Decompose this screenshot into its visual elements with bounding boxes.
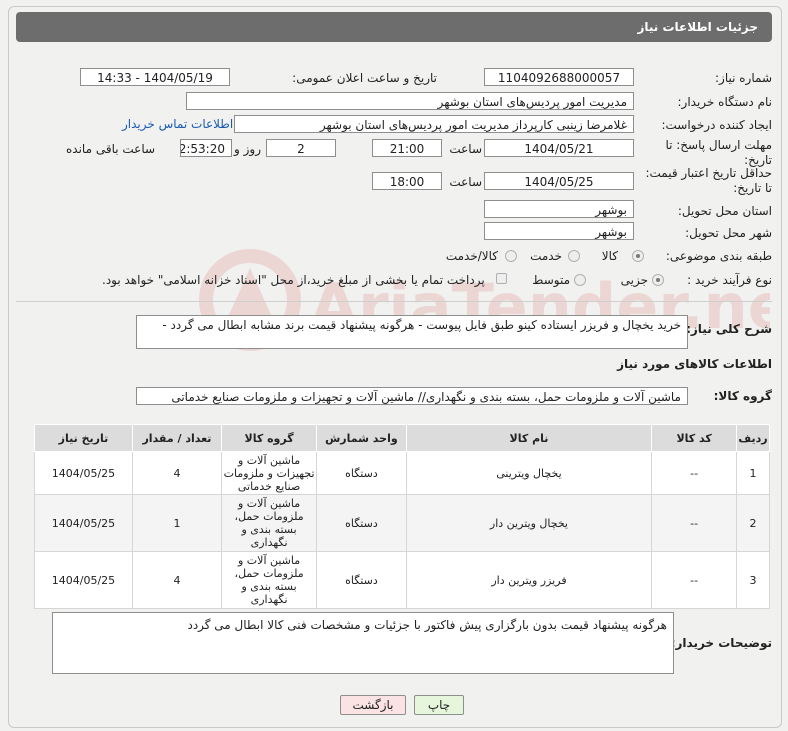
category-goods-radio[interactable] xyxy=(632,250,644,262)
col-date: تاریخ نیاز xyxy=(34,424,133,452)
reply-time-field: 21:00 xyxy=(372,139,442,157)
col-unit: واحد شمارش xyxy=(316,424,407,452)
creator-label: ایجاد کننده درخواست: xyxy=(661,118,772,132)
validity-time-label: ساعت xyxy=(449,175,482,189)
goods-section-title: اطلاعات کالاهای مورد نیاز xyxy=(617,357,772,371)
row-group: ماشین آلات و ملزومات حمل، بسته بندی و نگ… xyxy=(220,551,318,609)
table-header-row: ردیف کد کالا نام کالا واحد شمارش گروه کا… xyxy=(34,424,770,452)
need-number-field: 1104092688000057 xyxy=(484,68,634,86)
row-name: فریزر ویترین دار xyxy=(405,551,653,609)
row-code: -- xyxy=(651,494,738,552)
row-qty: 4 xyxy=(131,451,223,495)
row-group: ماشین آلات و ملزومات حمل، بسته بندی و نگ… xyxy=(220,494,318,552)
category-goods-label: کالا xyxy=(601,249,618,263)
row-idx: 3 xyxy=(736,551,770,609)
col-idx: ردیف xyxy=(736,424,770,452)
payment-note: پرداخت تمام یا بخشی از مبلغ خرید،از محل … xyxy=(102,273,485,287)
col-qty: تعداد / مقدار xyxy=(131,424,223,452)
row-qty: 4 xyxy=(131,551,223,609)
row-unit: دستگاه xyxy=(316,494,407,552)
row-date: 1404/05/25 xyxy=(34,551,133,609)
row-code: -- xyxy=(651,551,738,609)
goods-group-field: ماشین آلات و ملزومات حمل، بسته بندی و نگ… xyxy=(136,387,688,405)
category-service-label: خدمت xyxy=(530,249,562,263)
reply-deadline-label: مهلت ارسال پاسخ: تا تاریخ: xyxy=(665,138,772,167)
process-medium-label: متوسط xyxy=(532,273,570,287)
row-unit: دستگاه xyxy=(316,451,407,495)
row-idx: 1 xyxy=(736,451,770,495)
table-row[interactable]: 3 -- فریزر ویترین دار دستگاه ماشین آلات … xyxy=(34,551,770,609)
days-field: 2 xyxy=(266,139,336,157)
buyer-org-label: نام دستگاه خریدار: xyxy=(677,95,773,109)
creator-field: غلامرضا زینبی کارپرداز مدیریت امور پردیس… xyxy=(234,115,634,133)
row-unit: دستگاه xyxy=(316,551,407,609)
province-label: استان محل تحویل: xyxy=(677,204,772,218)
process-small-label: جزیی xyxy=(620,273,648,287)
category-label: طبقه بندی موضوعی: xyxy=(665,249,772,263)
announce-field: 1404/05/19 - 14:33 xyxy=(80,68,230,86)
row-group: ماشین آلات و تجهیزات و ملزومات صنایع خدم… xyxy=(220,451,318,495)
treasury-checkbox[interactable] xyxy=(496,273,507,284)
row-qty: 1 xyxy=(131,494,223,552)
process-label: نوع فرآیند خرید : xyxy=(687,273,772,287)
reply-date-field: 1404/05/21 xyxy=(484,139,634,157)
description-field: خرید یخچال و فریزر ایستاده کینو طبق فایل… xyxy=(136,315,688,349)
page-title: جزئیات اطلاعات نیاز xyxy=(16,12,772,42)
col-name: نام کالا xyxy=(405,424,653,452)
row-idx: 2 xyxy=(736,494,770,552)
remaining-time-field: 02:53:20 xyxy=(180,139,232,157)
process-small-radio[interactable] xyxy=(652,274,664,286)
buyer-org-field: مدیریت امور پردیس‌های استان بوشهر xyxy=(186,92,634,110)
print-button[interactable]: چاپ xyxy=(414,695,464,715)
province-field: بوشهر xyxy=(484,200,634,218)
divider xyxy=(16,301,772,302)
city-label: شهر محل تحویل: xyxy=(685,226,772,240)
city-field: بوشهر xyxy=(484,222,634,240)
goods-table: ردیف کد کالا نام کالا واحد شمارش گروه کا… xyxy=(34,424,770,609)
need-number-label: شماره نیاز: xyxy=(715,71,772,85)
validity-time-field: 18:00 xyxy=(372,172,442,190)
category-service-radio[interactable] xyxy=(568,250,580,262)
row-name: یخچال ویترینی xyxy=(405,451,653,495)
goods-group-label: گروه کالا: xyxy=(713,389,772,403)
days-label: روز و xyxy=(234,142,261,156)
category-both-label: کالا/خدمت xyxy=(445,249,498,263)
col-code: کد کالا xyxy=(651,424,738,452)
table-row[interactable]: 2 -- یخچال ویترین دار دستگاه ماشین آلات … xyxy=(34,494,770,552)
row-date: 1404/05/25 xyxy=(34,451,133,495)
process-medium-radio[interactable] xyxy=(574,274,586,286)
description-label: شرح کلی نیاز: xyxy=(686,322,772,336)
row-name: یخچال ویترین دار xyxy=(405,494,653,552)
table-row[interactable]: 1 -- یخچال ویترینی دستگاه ماشین آلات و ت… xyxy=(34,451,770,495)
back-button[interactable]: بازگشت xyxy=(340,695,406,715)
contact-info-link[interactable]: اطلاعات تماس خریدار xyxy=(122,117,233,131)
validity-label: حداقل تاریخ اعتبار قیمت: تا تاریخ: xyxy=(645,166,772,195)
buyer-notes-field: هرگونه پیشنهاد قیمت بدون بارگزاری پیش فا… xyxy=(52,612,674,674)
row-date: 1404/05/25 xyxy=(34,494,133,552)
validity-date-field: 1404/05/25 xyxy=(484,172,634,190)
reply-time-label: ساعت xyxy=(449,142,482,156)
row-code: -- xyxy=(651,451,738,495)
announce-label: تاریخ و ساعت اعلان عمومی: xyxy=(292,71,437,85)
col-group: گروه کالا xyxy=(220,424,318,452)
buyer-notes-label: توضیحات خریدار: xyxy=(670,636,772,650)
category-both-radio[interactable] xyxy=(505,250,517,262)
remaining-label: ساعت باقی مانده xyxy=(66,142,156,156)
